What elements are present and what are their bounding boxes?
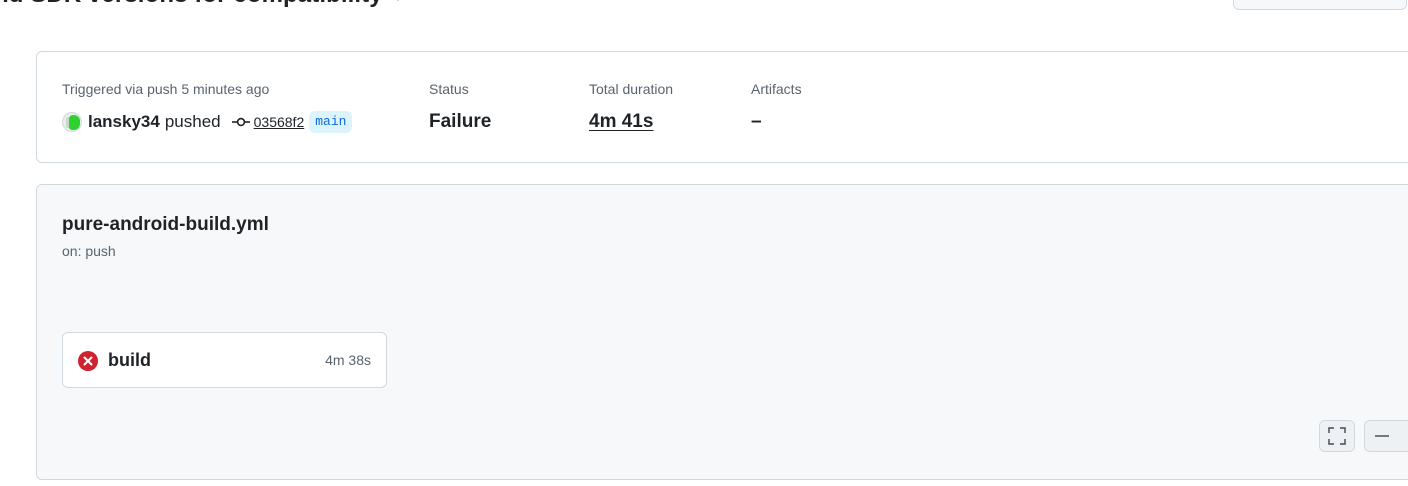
job-name: build bbox=[108, 350, 151, 370]
page-title: nd SDK versions for compatibility bbox=[0, 0, 383, 9]
external-link-icon[interactable]: ↗ bbox=[395, 0, 407, 5]
git-commit-icon bbox=[231, 117, 250, 127]
workflow-file-name: pure-android-build.yml bbox=[62, 214, 269, 235]
workflow-trigger: on: push bbox=[62, 243, 116, 259]
commit-sha-link[interactable]: 03568f2 bbox=[254, 114, 305, 130]
status-value: Failure bbox=[429, 111, 492, 132]
rerun-jobs-button[interactable] bbox=[1233, 0, 1407, 10]
workflow-graph-card: pure-android-build.yml on: push build 4m… bbox=[36, 184, 1408, 480]
status-label: Status bbox=[429, 81, 469, 97]
duration-link[interactable]: 4m 41s bbox=[589, 111, 653, 133]
x-circle-fill-icon bbox=[78, 351, 98, 371]
artifacts-value: – bbox=[751, 111, 762, 132]
trigger-details: lansky34 pushed 03568f2 main bbox=[62, 111, 353, 133]
duration-label: Total duration bbox=[589, 81, 674, 97]
dash-icon bbox=[1375, 435, 1389, 437]
trigger-label: Triggered via push 5 minutes ago bbox=[62, 81, 270, 97]
job-duration: 4m 38s bbox=[325, 352, 371, 368]
branch-badge[interactable]: main bbox=[309, 111, 353, 133]
job-build[interactable]: build 4m 38s bbox=[62, 332, 387, 388]
zoom-out-button[interactable] bbox=[1364, 420, 1408, 452]
run-summary-card: Triggered via push 5 minutes ago lansky3… bbox=[36, 51, 1408, 163]
fullscreen-button[interactable] bbox=[1319, 420, 1355, 452]
screen-full-icon bbox=[1328, 427, 1346, 445]
push-action-text: pushed bbox=[164, 112, 221, 131]
avatar[interactable] bbox=[62, 112, 82, 132]
artifacts-label: Artifacts bbox=[751, 81, 802, 97]
actor-link[interactable]: lansky34 bbox=[88, 112, 160, 132]
